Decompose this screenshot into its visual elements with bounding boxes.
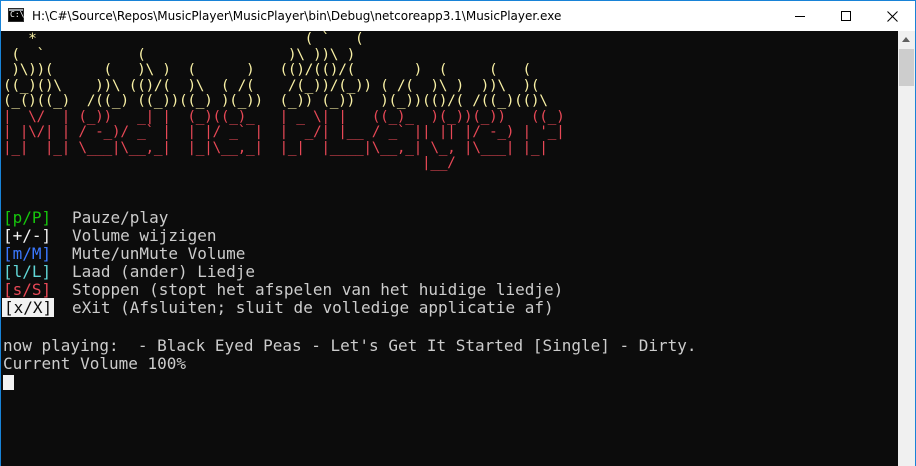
key-hint: [x/X] xyxy=(2,298,55,317)
banner-line: (_()((_) /((_) ((_))((_) )(_)) (_)) (_))… xyxy=(3,93,548,109)
now-playing: now playing: - Black Eyed Peas - Let's G… xyxy=(3,336,697,355)
command-menu: [p/P] Pauze/play [+/-] Volume wijzigen [m/… xyxy=(2,209,563,317)
close-button[interactable] xyxy=(869,1,915,31)
key-hint: [+/-] xyxy=(3,226,52,245)
banner-line: ( ` ( )\ ))\ ) xyxy=(3,46,355,63)
key-hint: [p/P] xyxy=(3,208,52,227)
menu-item-volume: [+/-] Volume wijzigen xyxy=(3,227,563,245)
maximize-icon xyxy=(841,11,851,21)
menu-item-label: Laad (ander) Liedje xyxy=(72,262,256,281)
menu-item-label: Volume wijzigen xyxy=(72,226,217,245)
scrollbar-thumb[interactable] xyxy=(899,49,914,86)
close-icon xyxy=(887,11,898,22)
ascii-banner: * ( ` ( ( ` ( )\ ))\ ) )\))( ( )\ ) ( ) … xyxy=(3,31,565,172)
banner-line: | \/ | (_)) _| | (_)((_)_ | _ \| | ((_)_… xyxy=(3,108,565,125)
text-cursor xyxy=(3,375,14,390)
banner-line: |__/ xyxy=(3,155,456,171)
console-app-icon[interactable]: C:\ xyxy=(8,8,24,22)
menu-item-label: Mute/unMute Volume xyxy=(72,244,246,263)
key-hint: [m/M] xyxy=(3,244,52,263)
vertical-scrollbar[interactable] xyxy=(898,31,915,466)
menu-item-exit: [x/X] eXit (Afsluiten; sluit de volledige… xyxy=(2,298,563,317)
window-title: H:\C#\Source\Repos\MusicPlayer\MusicPlay… xyxy=(32,9,562,23)
console-output[interactable]: * ( ` ( ( ` ( )\ ))\ ) )\))( ( )\ ) ( ) … xyxy=(1,31,898,466)
current-volume: Current Volume 100% xyxy=(3,354,187,373)
banner-line: |_| |_| \___|\__,_| |_|\__,_| |_| |____|… xyxy=(3,139,548,156)
banner-line: | |\/| | / -_)/ _` | | |/ _` | | _/| |__… xyxy=(3,124,565,140)
title-bar[interactable]: C:\ H:\C#\Source\Repos\MusicPlayer\Music… xyxy=(1,1,915,31)
menu-item-label: eXit (Afsluiten; sluit de volledige appl… xyxy=(72,298,554,317)
minimize-icon xyxy=(795,16,805,17)
menu-item-load-song: [l/L] Laad (ander) Liedje xyxy=(3,263,563,281)
playback-status: now playing: - Black Eyed Peas - Let's G… xyxy=(3,337,697,373)
menu-item-stop: [s/S] Stoppen (stopt het afspelen van het… xyxy=(3,281,563,299)
scroll-up-icon[interactable] xyxy=(898,31,915,48)
menu-item-mute: [m/M] Mute/unMute Volume xyxy=(3,245,563,263)
menu-item-label: Stoppen (stopt het afspelen van het huid… xyxy=(72,280,564,299)
console-window: C:\ H:\C#\Source\Repos\MusicPlayer\Music… xyxy=(0,0,916,466)
menu-item-label: Pauze/play xyxy=(72,208,169,227)
key-hint: [l/L] xyxy=(3,262,52,281)
banner-line: * ( ` ( xyxy=(3,31,364,47)
banner-line: ((_)()\ ))\ (()/( )\ ( /( /(_))/(_)) ( /… xyxy=(3,77,540,94)
banner-line: )\))( ( )\ ) ( ) (()/(()/( ) ( ( ( xyxy=(3,62,531,78)
key-hint: [s/S] xyxy=(3,280,52,299)
menu-item-pause-play: [p/P] Pauze/play xyxy=(3,209,563,227)
maximize-button[interactable] xyxy=(823,1,869,31)
minimize-button[interactable] xyxy=(777,1,823,31)
